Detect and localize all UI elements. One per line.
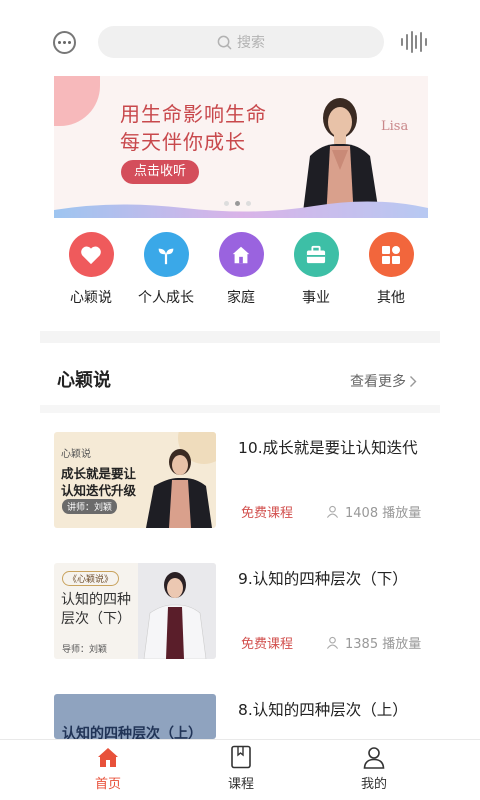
course-title: 9.认知的四种层次（下）: [238, 570, 408, 588]
user-icon: [326, 505, 339, 518]
tab-courses[interactable]: 课程: [211, 745, 271, 792]
course-item[interactable]: 心颖说 成长就是要让 认知迭代升级 讲师：刘颖 10.成长就是要让认知迭代 免费…: [54, 432, 426, 528]
tab-label: 首页: [94, 777, 121, 792]
price-badge: 免费课程: [241, 506, 294, 521]
thumbnail-line-1: 认知的四种层次（上）: [62, 726, 202, 739]
heart-icon: [68, 232, 114, 277]
thumbnail-lecturer: 讲师：刘颖: [62, 499, 118, 514]
search-icon: [217, 35, 232, 49]
listen-button[interactable]: 点击收听: [121, 160, 199, 184]
course-title: 10.成长就是要让认知迭代: [238, 439, 418, 457]
message-icon[interactable]: [53, 31, 76, 54]
thumbnail-lecturer: 导师：刘颖: [62, 645, 108, 655]
top-header: 搜索: [40, 22, 440, 62]
thumbnail-line-2: 认知迭代升级: [61, 483, 137, 498]
category-family[interactable]: 家庭: [204, 232, 278, 310]
course-thumbnail: 认知的四种层次（上）: [54, 694, 216, 739]
briefcase-icon: [293, 232, 339, 277]
tab-home[interactable]: 首页: [78, 745, 138, 792]
category-label: 家庭: [227, 290, 255, 306]
audio-wave-icon[interactable]: [401, 30, 427, 54]
book-tab-icon: [231, 745, 251, 769]
chevron-right-icon: [410, 375, 417, 387]
tab-label: 我的: [360, 777, 387, 792]
user-icon: [326, 636, 339, 649]
home-page: 搜索 用生命影响生命 每天伴你成长 点击收听 Lisa 心颖说 个人成长 家庭 …: [40, 0, 440, 800]
promo-banner[interactable]: 用生命影响生命 每天伴你成长 点击收听 Lisa: [54, 76, 428, 218]
tab-label: 课程: [227, 777, 254, 792]
banner-signature: Lisa: [381, 119, 409, 134]
section-divider: [40, 331, 440, 343]
grid-icon: [368, 232, 414, 277]
user-tab-icon: [363, 747, 385, 769]
thumbnail-tag: 心颖说: [61, 449, 91, 460]
course-item[interactable]: 认知的四种层次（上） 8.认知的四种层次（上）: [54, 694, 426, 739]
list-divider: [40, 405, 440, 413]
search-bar[interactable]: 搜索: [98, 26, 384, 58]
thumbnail-line-1: 认知的四种: [61, 592, 131, 608]
thumbnail-line-2: 层次（下）: [61, 611, 131, 627]
banner-headline-2: 每天伴你成长: [120, 130, 246, 154]
view-more-link[interactable]: 查看更多: [350, 371, 417, 391]
banner-pager: [224, 201, 251, 206]
search-placeholder: 搜索: [237, 35, 265, 51]
section-title: 心颖说: [57, 370, 111, 391]
category-xinying[interactable]: 心颖说: [54, 232, 128, 310]
banner-headline-1: 用生命影响生命: [120, 102, 267, 126]
play-count-text: 1385 播放量: [345, 637, 422, 652]
price-badge: 免费课程: [241, 637, 294, 652]
view-more-label: 查看更多: [350, 374, 406, 390]
category-label: 个人成长: [138, 290, 194, 306]
category-personal-growth[interactable]: 个人成长: [129, 232, 203, 310]
play-count: 1385 播放量: [326, 633, 421, 652]
course-thumbnail: 心颖说 成长就是要让 认知迭代升级 讲师：刘颖: [54, 432, 216, 528]
banner-decoration: [54, 76, 100, 126]
play-count-text: 1408 播放量: [345, 506, 422, 521]
play-count: 1408 播放量: [326, 502, 421, 521]
category-career[interactable]: 事业: [279, 232, 353, 310]
tab-profile[interactable]: 我的: [344, 745, 404, 792]
course-title: 8.认知的四种层次（上）: [238, 701, 408, 719]
category-label: 事业: [302, 290, 330, 306]
category-label: 其他: [377, 290, 405, 306]
category-other[interactable]: 其他: [354, 232, 428, 310]
category-grid: 心颖说 个人成长 家庭 事业 其他: [54, 232, 428, 310]
category-label: 心颖说: [70, 290, 112, 306]
sprout-icon: [143, 232, 189, 277]
thumbnail-tag: 《心颖说》: [62, 571, 120, 586]
home-icon: [218, 232, 264, 277]
home-tab-icon: [98, 748, 118, 767]
course-thumbnail: 《心颖说》 认知的四种 层次（下） 导师：刘颖: [54, 563, 216, 659]
bottom-tab-bar: 首页 课程 我的: [0, 739, 480, 800]
course-item[interactable]: 《心颖说》 认知的四种 层次（下） 导师：刘颖 9.认知的四种层次（下） 免费课…: [54, 563, 426, 659]
